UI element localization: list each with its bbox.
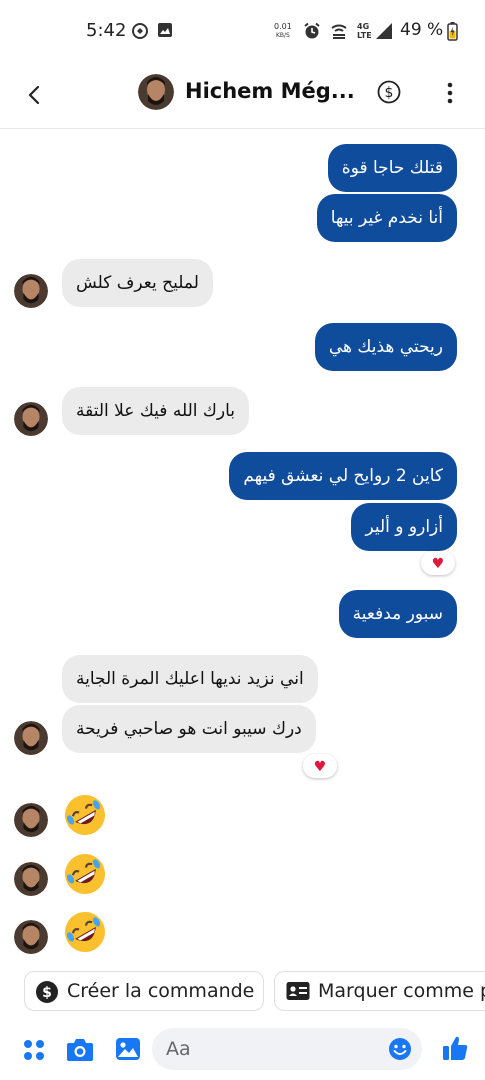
incoming-message[interactable]: لمليح يعرف كلش bbox=[62, 259, 213, 307]
back-arrow-icon[interactable] bbox=[20, 80, 50, 110]
sender-avatar bbox=[14, 402, 48, 436]
more-options-icon[interactable] bbox=[440, 80, 460, 106]
svg-text:$: $ bbox=[385, 85, 394, 101]
outgoing-message[interactable]: سبور مدفعية bbox=[338, 590, 457, 638]
mark-as-button[interactable]: Marquer comme p bbox=[274, 971, 485, 1011]
rofl-emoji-icon[interactable] bbox=[62, 851, 108, 897]
outgoing-message[interactable]: كاين 2 روايح لي نعشق فيهم bbox=[229, 452, 457, 500]
sender-avatar bbox=[14, 920, 48, 954]
outgoing-message[interactable]: ريحتي هذيك هي bbox=[314, 323, 457, 371]
menu-grid-icon[interactable] bbox=[22, 1038, 46, 1062]
contact-avatar[interactable] bbox=[138, 74, 174, 110]
dollar-icon[interactable]: $ bbox=[377, 80, 401, 104]
contact-name[interactable]: Hichem Még... bbox=[185, 79, 355, 103]
composer-bar: Aa bbox=[0, 1020, 485, 1080]
emoji-picker-icon[interactable] bbox=[388, 1037, 412, 1061]
net-speed: 0.01 KB/S bbox=[274, 22, 292, 39]
rofl-emoji-icon[interactable] bbox=[62, 909, 108, 955]
incoming-message[interactable]: اني نزيد نديها اعليك المرة الجاية bbox=[62, 655, 318, 703]
sender-avatar bbox=[14, 721, 48, 755]
outgoing-message[interactable]: قتلك حاجا قوة bbox=[327, 144, 457, 192]
signal-icon bbox=[376, 23, 392, 39]
battery-percent: 49 % bbox=[400, 20, 444, 40]
incoming-message[interactable]: بارك الله فيك علا التقة bbox=[62, 387, 250, 435]
status-time: 5:42 bbox=[86, 20, 127, 41]
mark-as-label: Marquer comme p bbox=[318, 980, 485, 1002]
contact-card-icon bbox=[286, 982, 310, 1000]
hotspot-icon bbox=[331, 24, 347, 39]
sender-avatar bbox=[14, 274, 48, 308]
svg-text:$: $ bbox=[42, 985, 52, 1001]
heart-reaction-icon[interactable]: ♥ bbox=[303, 754, 337, 778]
gallery-icon bbox=[158, 23, 172, 37]
gallery-photo-icon[interactable] bbox=[115, 1037, 141, 1061]
alarm-icon bbox=[304, 22, 320, 39]
incoming-message[interactable]: درك سيبو انت هو صاحبي فريحة bbox=[62, 705, 316, 753]
heart-reaction-icon[interactable]: ♥ bbox=[421, 551, 455, 575]
conversation-header: Hichem Még... $ bbox=[0, 62, 485, 129]
create-order-label: Créer la commande bbox=[67, 980, 255, 1002]
sender-avatar bbox=[14, 862, 48, 896]
create-order-button[interactable]: $ Créer la commande bbox=[24, 971, 264, 1011]
status-bar: 5:42 0.01 KB/S 4G LTE 49 % bbox=[0, 0, 485, 62]
rofl-emoji-icon[interactable] bbox=[62, 792, 108, 838]
message-input-placeholder: Aa bbox=[166, 1038, 191, 1060]
data-saver-icon bbox=[132, 23, 148, 39]
dollar-circle-icon: $ bbox=[36, 981, 58, 1003]
outgoing-message[interactable]: أزارو و ألير bbox=[351, 503, 457, 551]
battery-charging-icon bbox=[447, 22, 458, 41]
thumbs-up-icon[interactable] bbox=[441, 1034, 469, 1062]
outgoing-message[interactable]: أنا نخدم غير بيها bbox=[316, 194, 457, 242]
network-type: 4G LTE bbox=[357, 22, 372, 40]
camera-icon[interactable] bbox=[66, 1037, 94, 1062]
sender-avatar bbox=[14, 803, 48, 837]
message-input[interactable]: Aa bbox=[152, 1028, 422, 1070]
